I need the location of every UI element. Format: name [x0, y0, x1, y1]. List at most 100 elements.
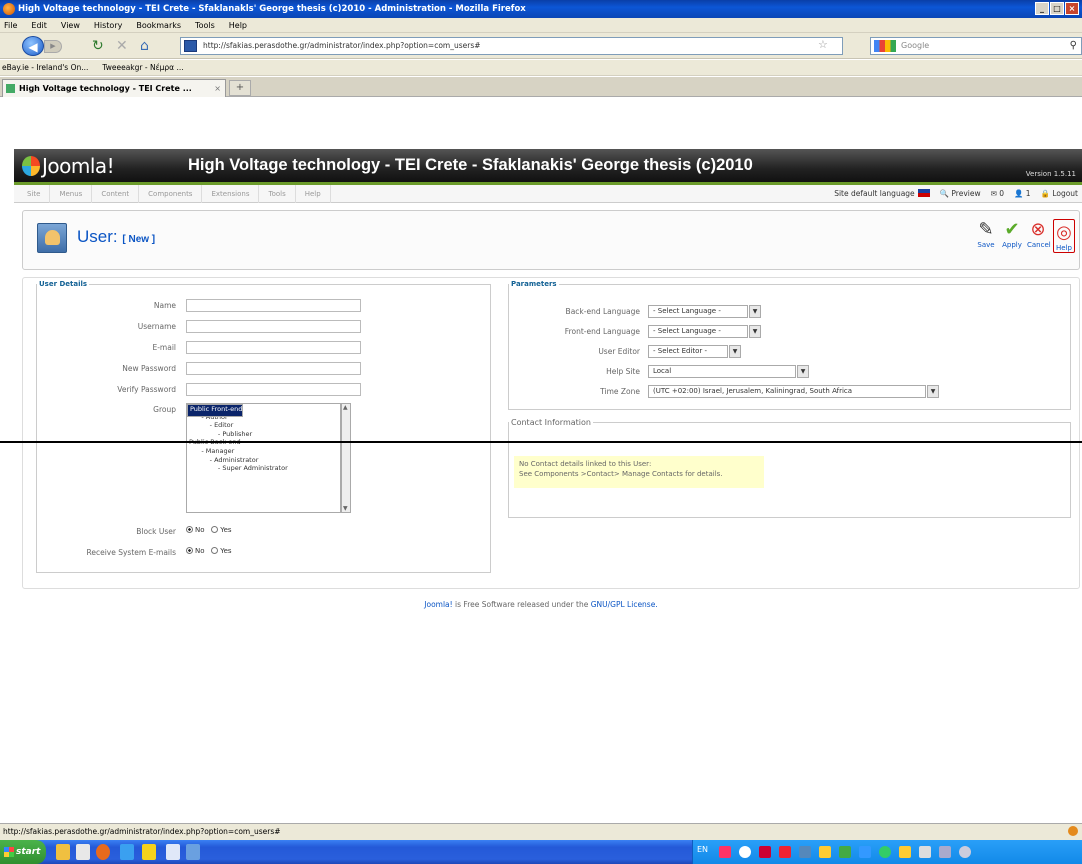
site-language-status[interactable]: Site default language	[834, 185, 930, 203]
new-password-input[interactable]	[186, 362, 361, 375]
forward-arrow-icon[interactable]: ▶	[44, 40, 62, 53]
tray-icon[interactable]	[899, 846, 911, 858]
group-option[interactable]: - Administrator	[187, 456, 340, 465]
messages-count[interactable]: ✉ 0	[991, 185, 1004, 203]
username-input[interactable]	[186, 320, 361, 333]
group-option[interactable]: - Super Administrator	[187, 464, 340, 473]
tab-label: High Voltage technology - TEI Crete ...	[19, 84, 192, 93]
frontend-language-select[interactable]: - Select Language - ▼	[648, 325, 761, 338]
new-password-label: New Password	[122, 364, 176, 373]
menu-edit[interactable]: Edit	[31, 18, 47, 32]
tray-icon[interactable]	[739, 846, 751, 858]
menu-help[interactable]: Help	[229, 18, 247, 32]
tab-close-icon[interactable]: ×	[214, 80, 221, 97]
users-count[interactable]: 👤 1	[1014, 185, 1031, 203]
save-icon: ✎	[978, 219, 994, 240]
ie-icon[interactable]	[120, 844, 134, 860]
license-link[interactable]: GNU/GPL License.	[591, 600, 658, 609]
stop-icon[interactable]: ✕	[116, 38, 128, 54]
reload-icon[interactable]: ↻	[92, 38, 104, 54]
tray-icon[interactable]	[779, 846, 791, 858]
logout-link[interactable]: 🔒 Logout	[1041, 185, 1078, 203]
preview-link[interactable]: 🔍 Preview	[940, 185, 981, 203]
lock-icon: 🔒	[1040, 189, 1050, 198]
divider-line	[0, 441, 1082, 443]
language-indicator[interactable]: EN	[697, 845, 708, 854]
url-text: http://sfakias.perasdothe.gr/administrat…	[203, 41, 481, 50]
search-icon[interactable]: ⚲	[1070, 38, 1077, 54]
menu-history[interactable]: History	[94, 18, 122, 32]
maximize-button[interactable]: □	[1050, 2, 1064, 15]
search-input[interactable]: Google ⚲	[870, 37, 1082, 55]
bookmark-ebay[interactable]: eBay.ie - Ireland's On...	[2, 60, 88, 75]
firefox-taskbar-icon[interactable]	[96, 844, 110, 860]
cancel-button[interactable]: ⊗ Cancel	[1027, 219, 1051, 253]
chevron-down-icon: ▼	[797, 365, 809, 378]
parameters-form: Back-end Language - Select Language - ▼ F…	[500, 305, 1070, 405]
receive-email-yes[interactable]: Yes	[211, 547, 232, 555]
home-icon[interactable]: ⌂	[140, 38, 149, 54]
menu-view[interactable]: View	[61, 18, 80, 32]
help-icon: ◎	[1056, 222, 1072, 243]
explorer-icon[interactable]	[142, 844, 156, 860]
start-button[interactable]: start	[0, 840, 46, 864]
backend-language-select[interactable]: - Select Language - ▼	[648, 305, 761, 318]
menu-tools[interactable]: Tools	[195, 18, 215, 32]
new-tab-button[interactable]: +	[229, 80, 251, 96]
group-option[interactable]: - Manager	[187, 447, 340, 456]
save-button[interactable]: ✎ Save	[975, 219, 997, 253]
url-input[interactable]: http://sfakias.perasdothe.gr/administrat…	[180, 37, 843, 55]
folder-icon[interactable]	[56, 844, 70, 860]
group-option[interactable]: Public Back-end	[187, 438, 340, 447]
name-input[interactable]	[186, 299, 361, 312]
email-input[interactable]	[186, 341, 361, 354]
group-option[interactable]: - Editor	[187, 421, 340, 430]
user-editor-select[interactable]: - Select Editor - ▼	[648, 345, 741, 358]
tray-icon[interactable]	[719, 846, 731, 858]
search-placeholder: Google	[901, 41, 930, 50]
navigation-bar: ◀ ▶ ↻ ✕ ⌂ http://sfakias.perasdothe.gr/a…	[0, 33, 1082, 59]
windows-taskbar: start EN	[0, 840, 1082, 864]
tray-icon[interactable]	[759, 846, 771, 858]
group-scrollbar[interactable]	[341, 403, 351, 513]
apply-button[interactable]: ✔ Apply	[1001, 219, 1023, 253]
joomla-link[interactable]: Joomla!	[424, 600, 452, 609]
bookmark-star-icon[interactable]: ☆	[818, 38, 828, 51]
menu-bookmarks[interactable]: Bookmarks	[136, 18, 181, 32]
block-user-no[interactable]: No	[186, 526, 205, 534]
time-zone-select[interactable]: (UTC +02:00) Israel, Jerusalem, Kalining…	[648, 385, 939, 398]
app-icon[interactable]	[186, 844, 200, 860]
bookmark-tweakgr[interactable]: Tweeeakgr - Nέμρα ...	[102, 60, 183, 75]
help-button[interactable]: ◎ Help	[1053, 219, 1075, 253]
tray-icon[interactable]	[839, 846, 851, 858]
tray-icon[interactable]	[919, 846, 931, 858]
block-user-yes[interactable]: Yes	[211, 526, 232, 534]
close-button[interactable]: ×	[1065, 2, 1079, 15]
jmenu-components: Components	[139, 185, 203, 203]
media-icon[interactable]	[166, 844, 180, 860]
joomla-menu-bar: Site Menus Content Components Extensions…	[14, 185, 1082, 203]
group-select[interactable]: Public Front-end - Registered - Author -…	[186, 403, 341, 513]
tab-active[interactable]: High Voltage technology - TEI Crete ... …	[2, 79, 226, 97]
group-option[interactable]: Public Front-end	[187, 404, 244, 417]
group-option[interactable]: - Publisher	[187, 430, 340, 439]
tray-icon[interactable]	[959, 846, 971, 858]
minimize-button[interactable]: _	[1035, 2, 1049, 15]
user-icon	[37, 223, 67, 253]
receive-email-no[interactable]: No	[186, 547, 205, 555]
tray-icon[interactable]	[859, 846, 871, 858]
desktop-icon[interactable]	[76, 844, 90, 860]
back-arrow-icon[interactable]: ◀	[22, 36, 44, 56]
menu-file[interactable]: File	[4, 18, 17, 32]
help-site-select[interactable]: Local ▼	[648, 365, 809, 378]
verify-password-input[interactable]	[186, 383, 361, 396]
addon-icon[interactable]	[1068, 826, 1078, 836]
tray-icon[interactable]	[939, 846, 951, 858]
tray-icon[interactable]	[879, 846, 891, 858]
tray-icon[interactable]	[819, 846, 831, 858]
name-label: Name	[153, 301, 176, 310]
site-title: High Voltage technology - TEI Crete - Sf…	[188, 156, 753, 174]
tray-icon[interactable]	[799, 846, 811, 858]
user-details-form: Name Username E-mail New Password Verify…	[36, 298, 491, 568]
email-label: E-mail	[152, 343, 176, 352]
